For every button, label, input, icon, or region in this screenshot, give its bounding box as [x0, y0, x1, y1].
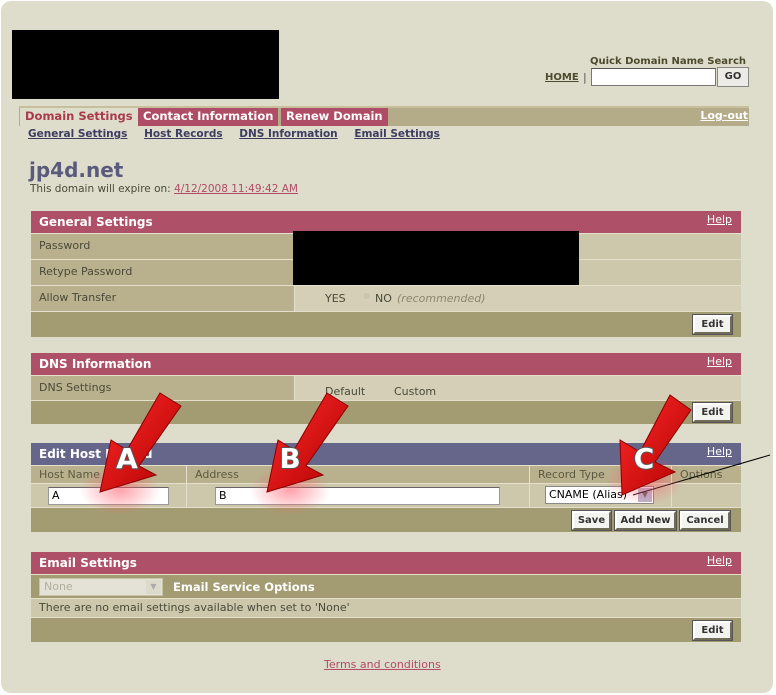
general-settings-footer: Edit [31, 311, 741, 337]
email-settings-message: There are no email settings available wh… [31, 598, 741, 617]
help-link[interactable]: Help [707, 351, 732, 373]
dns-custom-option[interactable]: Custom [394, 385, 436, 398]
general-settings-edit-button[interactable]: Edit [692, 314, 733, 335]
subnav-general-settings[interactable]: General Settings [28, 128, 127, 140]
email-service-label: Email Service Options [173, 580, 315, 594]
edit-host-record-footer: Save Add New Cancel [31, 507, 741, 532]
edit-host-record-panel: Edit Host Record Help Host Name Address … [31, 443, 741, 532]
domain-name: jp4d.net [29, 158, 124, 182]
email-service-row: None ▼ Email Service Options [31, 574, 741, 598]
radio-dot-icon[interactable]: ● [363, 291, 370, 300]
subnav-host-records[interactable]: Host Records [144, 128, 223, 140]
dns-information-panel: DNS Information Help DNS Settings Defaul… [31, 353, 741, 424]
expire-text: This domain will expire on: 4/12/2008 11… [30, 183, 298, 195]
dns-settings-label: DNS Settings [31, 376, 295, 400]
dns-default-option[interactable]: Default [325, 385, 365, 398]
help-link[interactable]: Help [707, 550, 732, 572]
allow-transfer-no-option[interactable]: NO [375, 292, 392, 305]
quick-search-title: Quick Domain Name Search [590, 56, 746, 67]
expire-date-link[interactable]: 4/12/2008 11:49:42 AM [174, 183, 298, 195]
options-cell [672, 484, 741, 507]
logo-redacted [12, 30, 279, 99]
expire-prefix: This domain will expire on: [30, 183, 171, 195]
help-link[interactable]: Help [707, 209, 732, 231]
dns-information-edit-button[interactable]: Edit [692, 402, 733, 423]
column-address: Address [187, 466, 530, 483]
separator: | [583, 71, 587, 84]
add-new-button[interactable]: Add New [614, 510, 677, 531]
general-settings-header: General Settings Help [31, 211, 741, 233]
chevron-down-icon: ▼ [638, 488, 652, 502]
host-record-row: A B CNAME (Alias) ▼ [31, 483, 741, 507]
dns-settings-row: DNS Settings Default Custom [31, 375, 741, 400]
column-options: Options [680, 468, 723, 481]
allow-transfer-yes-option[interactable]: YES [325, 292, 346, 305]
panel-title: Edit Host Record [39, 447, 153, 461]
record-type-value: CNAME (Alias) [549, 488, 628, 501]
password-label: Password [31, 234, 295, 259]
email-settings-header: Email Settings Help [31, 552, 741, 574]
help-link[interactable]: Help [707, 441, 732, 463]
logout-link[interactable]: Log-out [700, 109, 748, 122]
retype-password-label: Retype Password [31, 260, 295, 285]
email-service-value: None [44, 580, 73, 593]
subnav-dns-information[interactable]: DNS Information [239, 128, 337, 140]
host-record-columns: Host Name Address Record Type Options [31, 465, 741, 483]
dns-information-footer: Edit [31, 400, 741, 424]
sub-navigation: General Settings Host Records DNS Inform… [28, 128, 453, 140]
panel-title: General Settings [39, 215, 153, 229]
record-type-select[interactable]: CNAME (Alias) ▼ [545, 486, 654, 504]
save-button[interactable]: Save [571, 510, 612, 531]
dns-information-header: DNS Information Help [31, 353, 741, 375]
tab-contact-information[interactable]: Contact Information [138, 108, 279, 126]
panel-title: Email Settings [39, 556, 137, 570]
go-button[interactable]: GO [717, 67, 749, 87]
cancel-button[interactable]: Cancel [679, 510, 731, 531]
host-name-input[interactable]: A [48, 487, 169, 505]
terms-and-conditions-link[interactable]: Terms and conditions [324, 658, 441, 671]
address-input[interactable]: B [215, 487, 500, 505]
password-redacted [293, 231, 579, 285]
tab-renew-domain[interactable]: Renew Domain [281, 108, 388, 126]
email-settings-panel: Email Settings Help None ▼ Email Service… [31, 552, 741, 642]
panel-title: DNS Information [39, 357, 152, 371]
home-link[interactable]: HOME [545, 72, 579, 83]
allow-transfer-label: Allow Transfer [31, 286, 295, 311]
email-service-select[interactable]: None ▼ [39, 578, 163, 596]
allow-transfer-row: Allow Transfer YES ● NO (recommended) [31, 285, 741, 311]
column-record-type: Record Type [530, 466, 672, 483]
subnav-email-settings[interactable]: Email Settings [354, 128, 440, 140]
chevron-down-icon: ▼ [146, 580, 161, 594]
edit-host-record-header: Edit Host Record Help [31, 443, 741, 465]
recommended-note: (recommended) [397, 292, 486, 305]
column-host-name: Host Name [31, 466, 187, 483]
email-settings-edit-button[interactable]: Edit [692, 620, 733, 641]
tab-domain-settings[interactable]: Domain Settings [20, 108, 138, 126]
quick-search-input[interactable] [591, 68, 716, 86]
email-settings-footer: Edit [31, 617, 741, 642]
